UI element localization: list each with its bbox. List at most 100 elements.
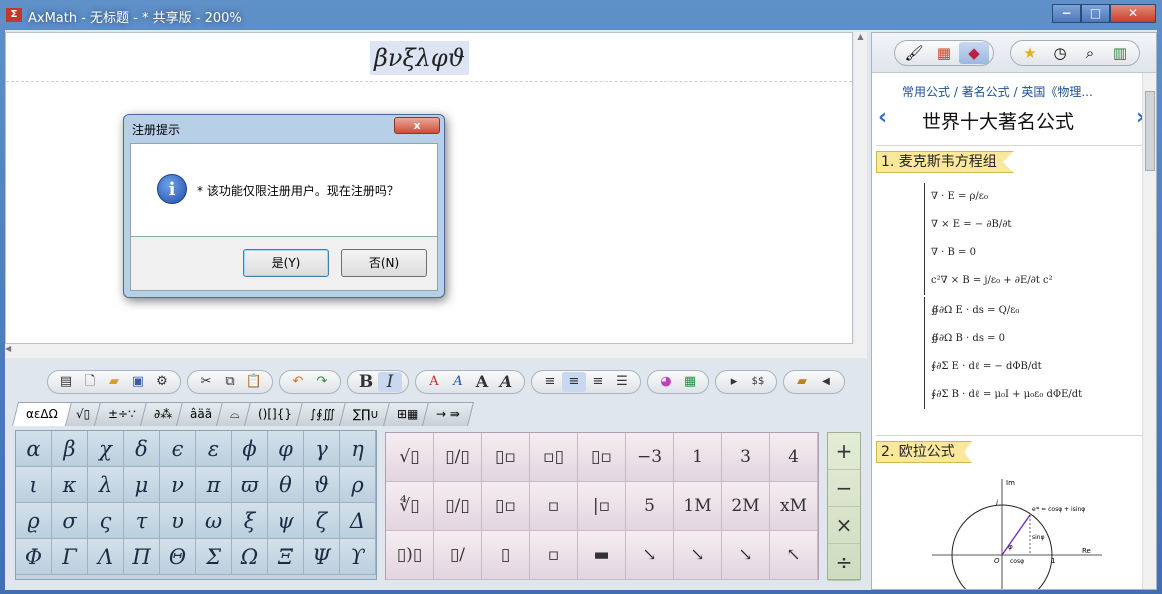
- template-button[interactable]: ↖: [770, 531, 818, 580]
- prev-page-icon[interactable]: ‹: [878, 105, 887, 130]
- template-button[interactable]: ↘: [674, 531, 722, 580]
- greek-symbol-button[interactable]: μ: [124, 467, 160, 503]
- minimize-button[interactable]: −: [1052, 4, 1081, 23]
- template-button[interactable]: 5: [626, 482, 674, 531]
- yes-button[interactable]: 是(Y): [243, 249, 329, 277]
- greek-symbol-button[interactable]: Σ: [196, 539, 232, 575]
- play-icon[interactable]: ▸: [722, 372, 746, 392]
- greek-symbol-button[interactable]: ϕ: [232, 431, 268, 467]
- template-button[interactable]: ▯▫: [482, 482, 530, 531]
- no-button[interactable]: 否(N): [341, 249, 427, 277]
- list-icon[interactable]: ☰: [610, 372, 634, 392]
- maximize-button[interactable]: □: [1081, 4, 1110, 23]
- template-button[interactable]: ▯/▯: [434, 482, 482, 531]
- paste-icon[interactable]: 📋: [242, 372, 266, 392]
- new-file-icon[interactable]: 🗋: [78, 372, 102, 392]
- style-a4-button[interactable]: A: [494, 372, 518, 392]
- template-button[interactable]: √▯: [386, 433, 434, 482]
- template-button[interactable]: ▯▫: [578, 433, 626, 482]
- greek-symbol-button[interactable]: ζ: [304, 503, 340, 539]
- template-button[interactable]: ▫: [530, 482, 578, 531]
- greek-symbol-button[interactable]: δ: [124, 431, 160, 467]
- formula-content[interactable]: βνξλφϑ: [370, 41, 469, 75]
- insert-dropdown-icon[interactable]: ▤: [54, 372, 78, 392]
- greek-symbol-button[interactable]: κ: [52, 467, 88, 503]
- plus-button[interactable]: +: [828, 433, 860, 470]
- minus-button[interactable]: −: [828, 470, 860, 507]
- tab-arrows[interactable]: → ⇛: [422, 402, 475, 426]
- template-button[interactable]: ▯: [482, 531, 530, 580]
- style-a3-button[interactable]: A: [470, 372, 494, 392]
- greek-symbol-button[interactable]: χ: [88, 431, 124, 467]
- editor-horizontal-scrollbar[interactable]: ◀: [5, 344, 867, 358]
- tab-greek[interactable]: αεΔΩ: [12, 402, 72, 426]
- italic-button[interactable]: I: [378, 372, 402, 392]
- close-button[interactable]: ✕: [1110, 4, 1156, 23]
- template-button[interactable]: ↘: [722, 531, 770, 580]
- template-button[interactable]: xM: [770, 482, 818, 531]
- template-button[interactable]: |▫: [578, 482, 626, 531]
- greek-symbol-button[interactable]: Π: [124, 539, 160, 575]
- style-a1-button[interactable]: A: [422, 372, 446, 392]
- search-icon[interactable]: ⌕: [1075, 42, 1105, 64]
- template-button[interactable]: 1M: [674, 482, 722, 531]
- greek-symbol-button[interactable]: Ξ: [268, 539, 304, 575]
- align-center-icon[interactable]: ≡: [562, 372, 586, 392]
- library-scrollbar[interactable]: [1142, 73, 1156, 589]
- template-button[interactable]: 2M: [722, 482, 770, 531]
- greek-symbol-button[interactable]: Φ: [16, 539, 52, 575]
- template-button[interactable]: ▯/: [434, 531, 482, 580]
- greek-symbol-button[interactable]: θ: [268, 467, 304, 503]
- template-button[interactable]: −3: [626, 433, 674, 482]
- history-clock-icon[interactable]: ◷: [1045, 42, 1075, 64]
- template-button[interactable]: 4: [770, 433, 818, 482]
- template-button[interactable]: 1: [674, 433, 722, 482]
- greek-symbol-button[interactable]: π: [196, 467, 232, 503]
- greek-symbol-button[interactable]: ϱ: [16, 503, 52, 539]
- greek-symbol-button[interactable]: ϒ: [340, 539, 376, 575]
- style-a2-button[interactable]: A: [446, 372, 470, 392]
- template-button[interactable]: ▫▯: [530, 433, 578, 482]
- toolbox-icon[interactable]: ▰: [790, 372, 814, 392]
- scrollbar-thumb[interactable]: [1145, 91, 1155, 171]
- greek-symbol-button[interactable]: γ: [304, 431, 340, 467]
- palette-icon[interactable]: ▦: [678, 372, 702, 392]
- greek-symbol-button[interactable]: ϵ: [160, 431, 196, 467]
- maxwell-differential[interactable]: ∇ · E = ρ/ε₀ ∇ × E = − ∂B/∂t ∇ · B = 0 c…: [924, 183, 1124, 295]
- settings-gear-icon[interactable]: ⚙: [150, 372, 174, 392]
- open-folder-icon[interactable]: ▰: [102, 372, 126, 392]
- greek-symbol-button[interactable]: τ: [124, 503, 160, 539]
- align-right-icon[interactable]: ≡: [586, 372, 610, 392]
- greek-symbol-button[interactable]: Θ: [160, 539, 196, 575]
- times-button[interactable]: ×: [828, 507, 860, 544]
- greek-symbol-button[interactable]: Γ: [52, 539, 88, 575]
- template-button[interactable]: ▯/▯: [434, 433, 482, 482]
- template-button[interactable]: ▬: [578, 531, 626, 580]
- copy-icon[interactable]: ⧉: [218, 372, 242, 392]
- maxwell-integral[interactable]: ∯∂Ω E · ds = Q/ε₀ ∯∂Ω B · ds = 0 ∮∂Σ E ·…: [924, 297, 1124, 409]
- greek-symbol-button[interactable]: ψ: [268, 503, 304, 539]
- greek-symbol-button[interactable]: λ: [88, 467, 124, 503]
- greek-symbol-button[interactable]: ρ: [340, 467, 376, 503]
- cut-icon[interactable]: ✂: [194, 372, 218, 392]
- greek-symbol-button[interactable]: σ: [52, 503, 88, 539]
- undo-icon[interactable]: ↶: [286, 372, 310, 392]
- latex-icon[interactable]: $$: [746, 372, 770, 392]
- brush-icon[interactable]: 🖌: [899, 42, 929, 64]
- greek-symbol-button[interactable]: β: [52, 431, 88, 467]
- template-button[interactable]: ▫: [530, 531, 578, 580]
- template-button[interactable]: ↘: [626, 531, 674, 580]
- greek-symbol-button[interactable]: Ψ: [304, 539, 340, 575]
- favorite-star-icon[interactable]: ★: [1015, 42, 1045, 64]
- bookmark-icon[interactable]: ◆: [959, 42, 989, 64]
- dialog-close-button[interactable]: x: [394, 117, 440, 134]
- redo-icon[interactable]: ↷: [310, 372, 334, 392]
- greek-symbol-button[interactable]: Λ: [88, 539, 124, 575]
- color-wheel-icon[interactable]: ◕: [654, 372, 678, 392]
- greek-symbol-button[interactable]: ν: [160, 467, 196, 503]
- template-button[interactable]: 3: [722, 433, 770, 482]
- euler-diagram[interactable]: Im Re eⁱᵠ = cosφ + isinφ sinφ cosφ O 1 i…: [932, 475, 1102, 589]
- bold-button[interactable]: B: [354, 372, 378, 392]
- greek-symbol-button[interactable]: η: [340, 431, 376, 467]
- template-button[interactable]: ▯)▯: [386, 531, 434, 580]
